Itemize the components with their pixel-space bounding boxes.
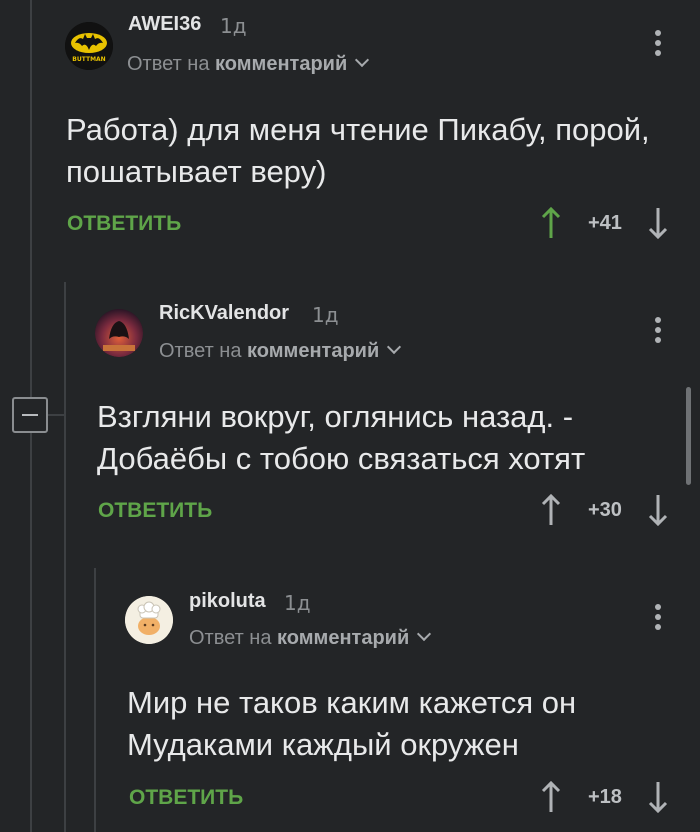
upvote-arrow-icon[interactable] xyxy=(541,207,561,239)
chef-avatar-icon xyxy=(125,596,173,644)
downvote-arrow-icon[interactable] xyxy=(648,494,668,526)
username[interactable]: pikoluta xyxy=(189,590,266,613)
comment-text-line: Взгляни вокруг, оглянись назад. - xyxy=(97,399,574,434)
comment-text-line: пошатывает веру) xyxy=(66,154,327,189)
comment-text-line: Мудаками каждый окружен xyxy=(127,727,519,762)
reply-prefix: Ответ на xyxy=(189,627,272,649)
thread-connector xyxy=(48,414,64,416)
username[interactable]: RicKValendor xyxy=(159,302,289,325)
comment-thread: BUTTMAN AWEI36 1д Ответ на комментарий Р… xyxy=(0,0,700,832)
downvote-arrow-icon[interactable] xyxy=(648,781,668,813)
rating-value: +30 xyxy=(588,499,622,521)
reply-to-link[interactable]: Ответ на комментарий xyxy=(159,339,402,363)
reply-button[interactable]: ОТВЕТИТЬ xyxy=(129,786,243,810)
svg-text:BUTTMAN: BUTTMAN xyxy=(72,56,105,63)
reply-target: комментарий xyxy=(247,340,380,362)
collapse-thread-button[interactable] xyxy=(12,397,48,433)
thread-line-level3 xyxy=(94,568,96,832)
reply-target: комментарий xyxy=(215,53,348,75)
thread-line-level1 xyxy=(30,0,32,397)
comment-text-line: Добаёбы с тобою связаться хотят xyxy=(97,441,586,476)
avatar-image-icon xyxy=(95,309,143,357)
timestamp: 1д xyxy=(312,303,339,327)
reply-button[interactable]: ОТВЕТИТЬ xyxy=(67,212,181,236)
chevron-down-icon xyxy=(417,626,432,642)
timestamp: 1д xyxy=(220,14,247,38)
reply-target: комментарий xyxy=(277,627,410,649)
reply-prefix: Ответ на xyxy=(159,340,242,362)
downvote-arrow-icon[interactable] xyxy=(648,207,668,239)
upvote-arrow-icon[interactable] xyxy=(541,781,561,813)
more-options-icon[interactable] xyxy=(655,604,663,634)
rating-value: +18 xyxy=(588,786,622,808)
comment-text: Мир не таков каким кажется он Мудаками к… xyxy=(127,682,687,766)
comment-text-line: Мир не таков каким кажется он xyxy=(127,685,577,720)
more-options-icon[interactable] xyxy=(655,317,663,347)
avatar[interactable] xyxy=(125,596,173,644)
reply-to-link[interactable]: Ответ на комментарий xyxy=(127,52,370,76)
chevron-down-icon xyxy=(387,339,402,355)
thread-line-level1-lower xyxy=(30,433,32,832)
comment-text: Взгляни вокруг, оглянись назад. - Добаёб… xyxy=(97,396,697,480)
comment-text: Работа) для меня чтение Пикабу, порой, п… xyxy=(66,109,666,193)
more-options-icon[interactable] xyxy=(655,30,663,60)
username[interactable]: AWEI36 xyxy=(128,13,201,36)
rating-value: +41 xyxy=(588,212,622,234)
avatar[interactable] xyxy=(95,309,143,357)
comment-text-line: Работа) для меня чтение Пикабу, порой, xyxy=(66,112,650,147)
timestamp: 1д xyxy=(284,591,311,615)
batman-logo-icon: BUTTMAN xyxy=(65,22,113,70)
thread-line-level2 xyxy=(64,282,66,832)
reply-prefix: Ответ на xyxy=(127,53,210,75)
upvote-arrow-icon[interactable] xyxy=(541,494,561,526)
avatar[interactable]: BUTTMAN xyxy=(65,22,113,70)
reply-button[interactable]: ОТВЕТИТЬ xyxy=(98,499,212,523)
reply-to-link[interactable]: Ответ на комментарий xyxy=(189,626,432,650)
chevron-down-icon xyxy=(355,52,370,68)
